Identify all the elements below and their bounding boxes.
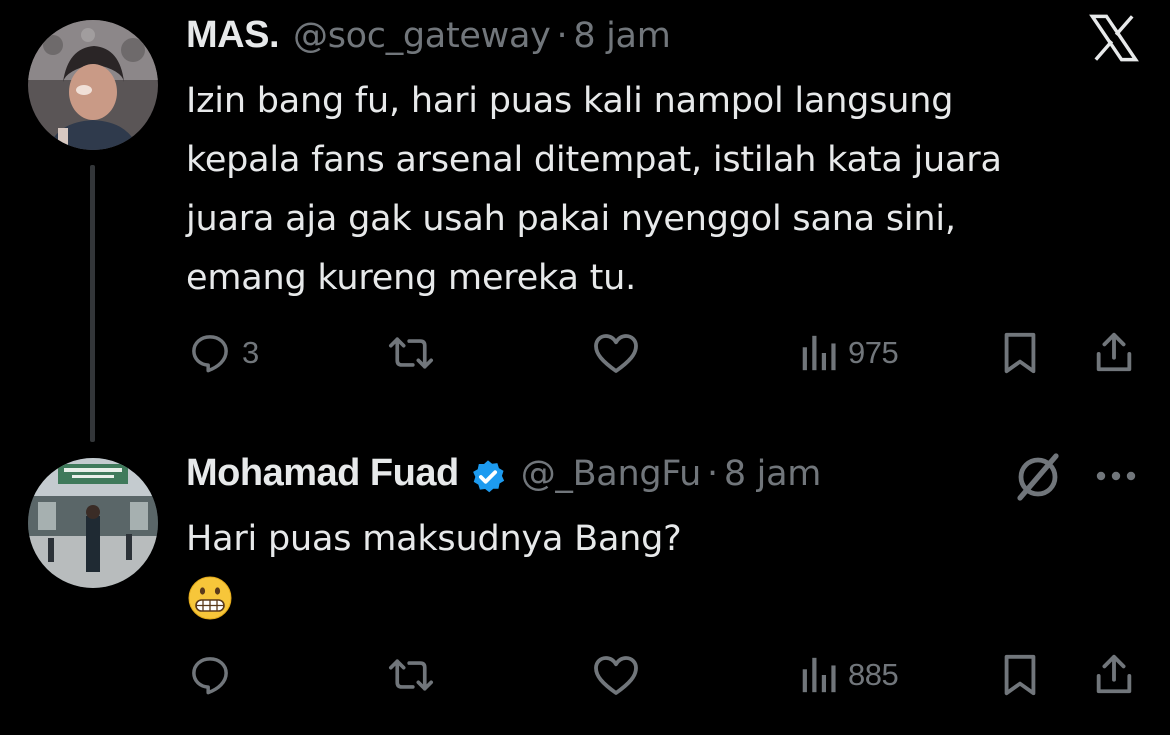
retweet-icon: [389, 337, 433, 369]
tweet1-header: MAS. @soc_gateway · 8 jam: [186, 14, 671, 64]
share-button[interactable]: [1092, 328, 1136, 376]
bookmark-button[interactable]: [998, 652, 1042, 698]
tweet2-header: Mohamad Fuad @_BangFu · 8 jam: [186, 452, 821, 502]
bookmark-icon: [1004, 332, 1036, 374]
views-icon: [802, 657, 836, 693]
views-button[interactable]: 885: [798, 652, 899, 698]
view-count: 975: [848, 335, 899, 370]
reply-button[interactable]: [188, 652, 232, 698]
retweet-button[interactable]: [386, 330, 436, 376]
views-icon: [802, 335, 836, 371]
tweet-text-line: juara aja gak usah pakai nyenggol sana s…: [186, 199, 956, 239]
reply-icon: [192, 657, 228, 695]
grimacing-face-emoji: [188, 576, 232, 620]
reply-icon: [192, 335, 228, 373]
author-name[interactable]: Mohamad Fuad: [186, 452, 459, 495]
like-button[interactable]: [592, 652, 640, 698]
tweet-text-line: Izin bang fu, hari puas kali nampol lang…: [186, 81, 954, 121]
author-handle[interactable]: @_BangFu: [521, 454, 702, 494]
x-logo-icon[interactable]: [1088, 12, 1140, 64]
tweet-text-line: kepala fans arsenal ditempat, istilah ka…: [186, 140, 1002, 180]
retweet-button[interactable]: [386, 652, 436, 698]
grok-icon[interactable]: [1012, 452, 1064, 502]
reply-count: 3: [242, 335, 259, 370]
reply-button[interactable]: 3: [188, 330, 259, 376]
like-button[interactable]: [592, 330, 640, 376]
thread-line: [90, 165, 95, 442]
verified-badge-icon: [472, 460, 504, 493]
separator: ·: [556, 16, 568, 56]
retweet-icon: [389, 659, 433, 691]
tweet-text-line: emang kureng mereka tu.: [186, 258, 637, 298]
view-count: 885: [848, 657, 899, 692]
avatar-mas[interactable]: [28, 20, 158, 150]
tweet2-text: Hari puas maksudnya Bang?: [186, 519, 682, 559]
heart-icon: [594, 656, 638, 695]
views-button[interactable]: 975: [798, 330, 899, 376]
timestamp[interactable]: 8 jam: [573, 16, 670, 56]
share-button[interactable]: [1092, 650, 1136, 698]
separator: ·: [707, 454, 718, 494]
share-icon: [1096, 332, 1132, 372]
avatar-mohamad-fuad[interactable]: [28, 458, 158, 588]
bookmark-icon: [1004, 654, 1036, 696]
tweet1-text: Izin bang fu, hari puas kali nampol lang…: [186, 72, 1002, 308]
author-name[interactable]: MAS.: [186, 14, 280, 57]
more-icon[interactable]: [1094, 466, 1138, 486]
bookmark-button[interactable]: [998, 330, 1042, 376]
heart-icon: [594, 334, 638, 373]
timestamp[interactable]: 8 jam: [724, 454, 821, 494]
author-handle[interactable]: @soc_gateway: [293, 16, 551, 56]
share-icon: [1096, 654, 1132, 694]
